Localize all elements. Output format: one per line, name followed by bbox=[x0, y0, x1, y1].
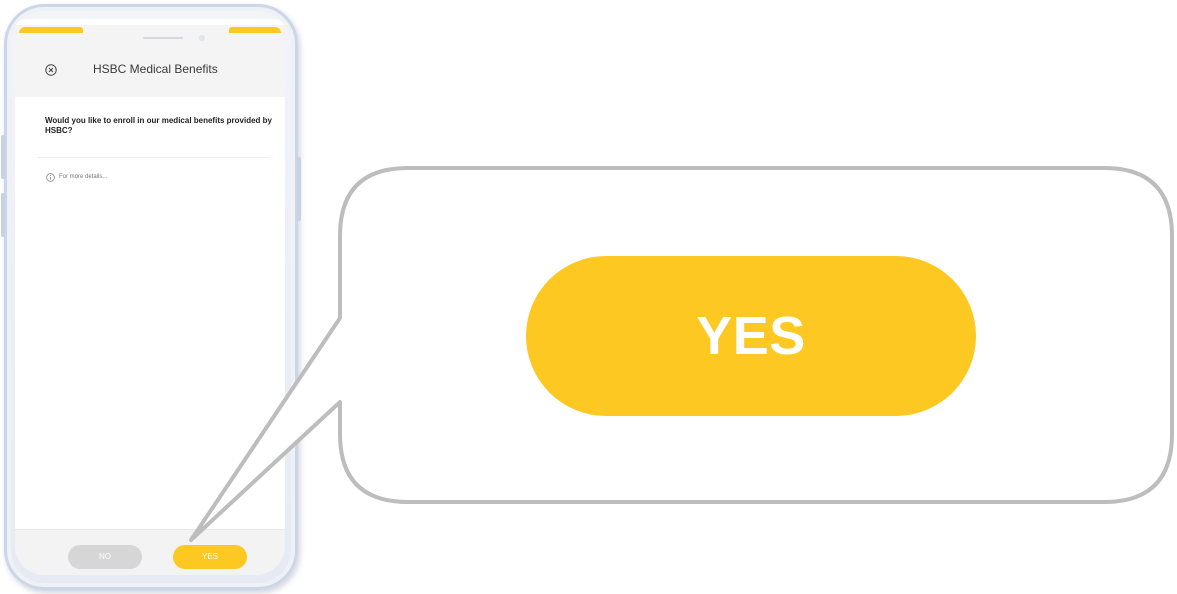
zoomed-yes-button: YES bbox=[526, 256, 976, 416]
